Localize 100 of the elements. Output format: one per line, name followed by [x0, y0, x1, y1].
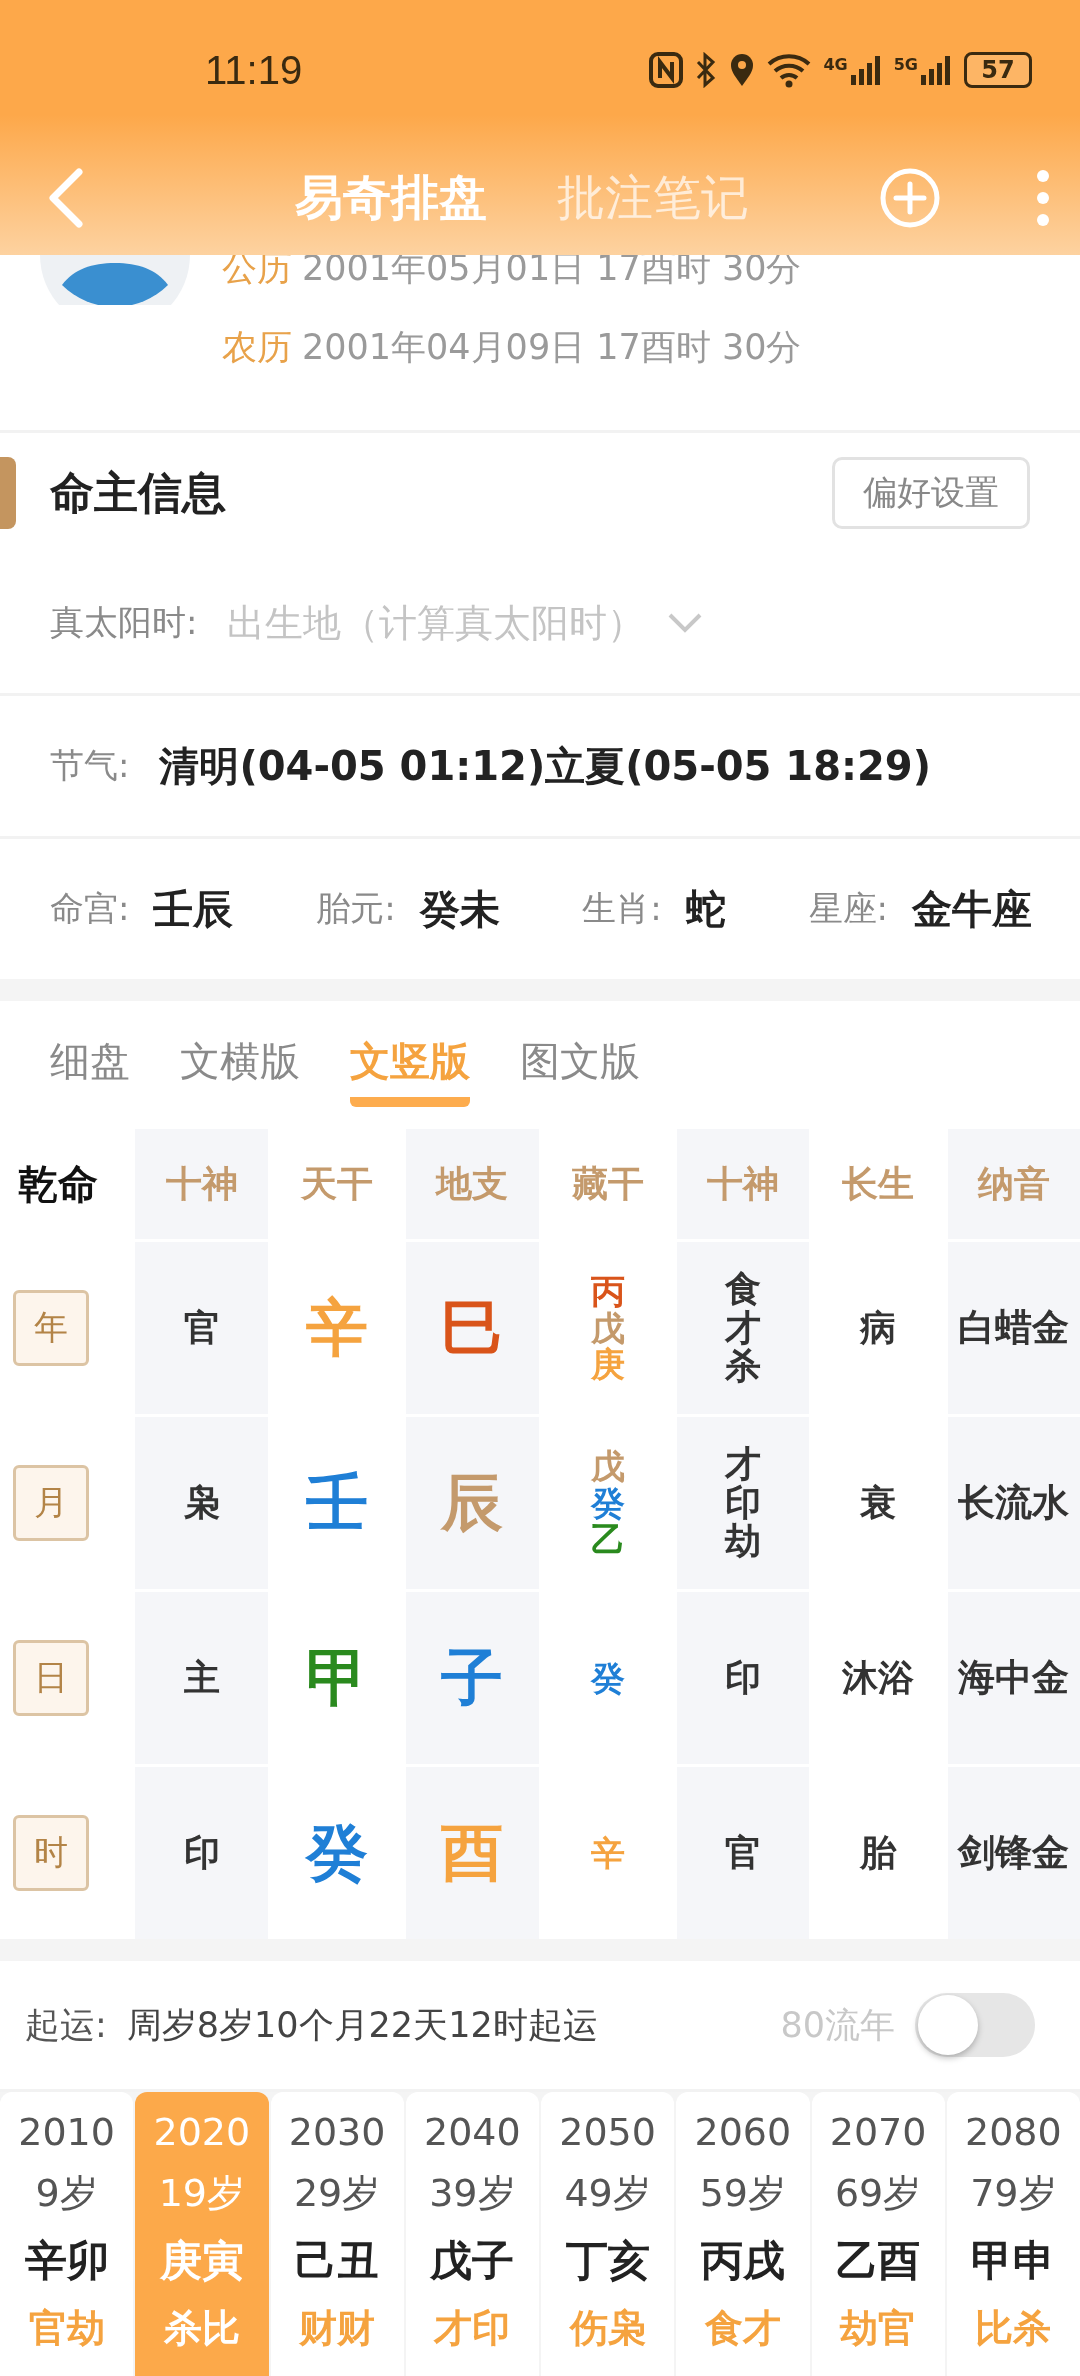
hidden-stem: 戊 — [590, 1447, 625, 1485]
hidden-stem: 丙 — [590, 1272, 625, 1310]
add-icon — [879, 166, 941, 229]
field-label: 节气: — [50, 744, 130, 787]
signal-icon — [849, 55, 882, 85]
period-ganzhi: 己丑 — [295, 2235, 380, 2287]
period-year: 2080 — [965, 2110, 1062, 2154]
period-age: 49岁 — [564, 2170, 651, 2217]
date-label: 农历 — [222, 326, 292, 369]
field-value: 癸未 — [419, 884, 500, 934]
network-label: 4G — [823, 55, 848, 74]
column-header: 地支 — [406, 1129, 539, 1239]
hidden-god: 杀 — [725, 1347, 762, 1387]
nfc-icon — [649, 52, 684, 88]
table-cell: 枭 — [135, 1417, 268, 1589]
field-value: 蛇 — [685, 884, 726, 934]
hidden-stem: 庚 — [590, 1346, 625, 1384]
period-year: 2050 — [559, 2110, 656, 2154]
section-title: 命主信息 — [50, 465, 227, 520]
period-ganzhi: 庚寅 — [159, 2235, 244, 2287]
luck-period[interactable]: 2080 79岁 甲申 比杀 — [946, 2092, 1080, 2376]
hidden-god: 印 — [725, 1483, 762, 1523]
period-year: 2070 — [829, 2110, 927, 2154]
hidden-god: 才 — [725, 1308, 762, 1348]
toggle-switch[interactable] — [915, 1993, 1035, 2057]
period-age: 69岁 — [834, 2170, 922, 2217]
luck-period[interactable]: 2030 29岁 己丑 财财 — [270, 2092, 404, 2376]
date-value: 2001年04月09日 17酉时 30分 — [302, 326, 802, 369]
hidden-stem: 癸 — [590, 1484, 625, 1522]
period-gods: 杀比 — [163, 2305, 240, 2352]
pillar-badge: 月 — [13, 1465, 90, 1541]
hidden-god: 才 — [725, 1444, 762, 1484]
earthly-branch: 子 — [406, 1592, 539, 1764]
period-age: 29岁 — [293, 2170, 381, 2217]
location-dropdown[interactable]: 出生地（计算真太阳时） — [227, 601, 704, 645]
avatar-icon — [40, 255, 190, 305]
hidden-god: 劫 — [725, 1522, 762, 1562]
period-gods: 劫官 — [840, 2305, 917, 2352]
view-tab[interactable]: 文横版 — [180, 1023, 300, 1107]
hidden-god: 官 — [725, 1833, 762, 1873]
hidden-stem: 乙 — [590, 1521, 625, 1559]
luck-period[interactable]: 2070 69岁 乙酉 劫官 — [811, 2092, 945, 2376]
field-label: 生肖: — [582, 887, 662, 930]
table-cell: 主 — [135, 1592, 268, 1764]
field-label: 起运: — [25, 2003, 107, 2047]
period-ganzhi: 辛卯 — [24, 2235, 109, 2287]
hidden-god: 印 — [725, 1658, 762, 1698]
hidden-stem: 辛 — [590, 1834, 625, 1872]
earthly-branch: 辰 — [406, 1417, 539, 1589]
period-gods: 伤枭 — [569, 2305, 646, 2352]
period-ganzhi: 丙戌 — [700, 2235, 785, 2287]
period-ganzhi: 丁亥 — [565, 2235, 650, 2287]
luck-start-text: 周岁8岁10个月22天12时起运 — [126, 2003, 599, 2047]
view-tab[interactable]: 细盘 — [50, 1023, 130, 1107]
view-tab[interactable]: 文竖版 — [350, 1023, 470, 1107]
field-label: 真太阳时: — [50, 601, 198, 644]
hidden-stem: 戊 — [590, 1309, 625, 1347]
period-age: 19岁 — [158, 2170, 246, 2217]
battery-level: 57 — [981, 56, 1015, 84]
clock: 11:19 — [205, 47, 303, 93]
table-cell: 剑锋金 — [947, 1767, 1080, 1939]
table-cell: 海中金 — [947, 1592, 1080, 1764]
earthly-branch: 酉 — [406, 1767, 539, 1939]
section-marker — [0, 457, 16, 529]
luck-period[interactable]: 2010 9岁 辛卯 官劫 — [0, 2092, 134, 2376]
field-value: 壬辰 — [153, 884, 234, 934]
period-age: 39岁 — [429, 2170, 516, 2217]
more-icon — [1036, 167, 1050, 228]
luck-period[interactable]: 2060 59岁 丙戌 食才 — [676, 2092, 810, 2376]
view-tab[interactable]: 图文版 — [520, 1023, 640, 1107]
period-age: 79岁 — [970, 2170, 1057, 2217]
field-label: 胎元: — [316, 887, 396, 930]
luck-period[interactable]: 2020 19岁 庚寅 杀比 — [135, 2092, 269, 2376]
chevron-down-icon — [667, 612, 704, 634]
pillar-badge: 年 — [13, 1290, 90, 1366]
luck-period[interactable]: 2050 49岁 丁亥 伤枭 — [541, 2092, 675, 2376]
field-label: 星座: — [808, 887, 888, 930]
period-age: 9岁 — [35, 2170, 98, 2217]
period-ganzhi: 戊子 — [430, 2235, 515, 2287]
signal-icon — [920, 55, 952, 85]
network-label: 5G — [893, 55, 918, 74]
table-cell: 印 — [135, 1767, 268, 1939]
table-cell: 长流水 — [947, 1417, 1080, 1589]
luck-period[interactable]: 2040 39岁 戊子 才印 — [405, 2092, 539, 2376]
period-gods: 财财 — [299, 2305, 376, 2352]
period-gods: 才印 — [434, 2305, 511, 2352]
column-header: 纳音 — [947, 1129, 1080, 1239]
table-cell: 官 — [135, 1242, 268, 1414]
hidden-stem: 癸 — [590, 1659, 625, 1697]
period-year: 2030 — [288, 2110, 386, 2154]
period-year: 2060 — [694, 2110, 792, 2154]
location-icon — [729, 52, 756, 88]
preferences-button[interactable]: 偏好设置 — [832, 457, 1030, 529]
wifi-icon — [767, 52, 812, 88]
period-age: 59岁 — [699, 2170, 787, 2217]
period-year: 2010 — [18, 2110, 115, 2154]
hidden-god: 食 — [725, 1269, 762, 1309]
period-year: 2020 — [153, 2110, 251, 2154]
period-ganzhi: 甲申 — [971, 2235, 1056, 2287]
field-label: 命宫: — [50, 887, 130, 930]
